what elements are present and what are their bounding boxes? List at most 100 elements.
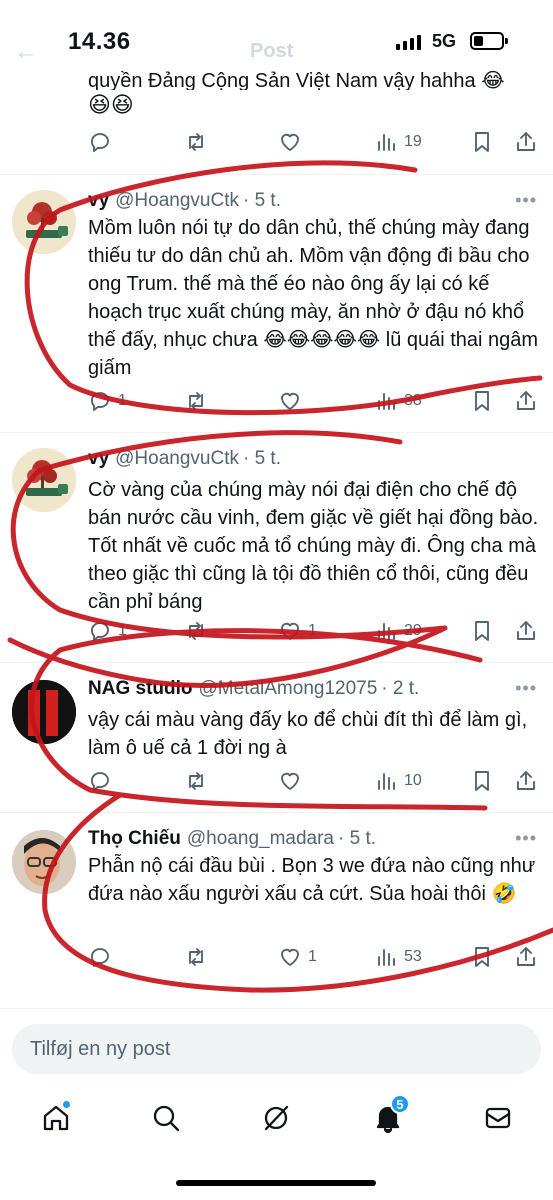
views-icon bbox=[378, 623, 395, 640]
bonsai-tree-avatar[interactable] bbox=[12, 190, 76, 254]
compose-bar[interactable] bbox=[12, 1024, 541, 1074]
handle[interactable]: @hoang_madara bbox=[187, 828, 334, 849]
like-button[interactable] bbox=[278, 127, 302, 157]
reply-button[interactable] bbox=[88, 766, 112, 796]
bookmark-button[interactable] bbox=[470, 616, 494, 646]
person-photo-avatar[interactable] bbox=[12, 830, 76, 894]
timestamp: · 5 t. bbox=[242, 448, 281, 469]
views-count: 38 bbox=[404, 392, 422, 409]
tweet-text: Phẫn nộ cái đầu bùi . Bọn 3 we đứa nào c… bbox=[88, 855, 536, 905]
repost-icon bbox=[189, 133, 203, 151]
more-options-icon[interactable]: ••• bbox=[515, 190, 537, 211]
share-button[interactable] bbox=[514, 127, 538, 157]
divider bbox=[0, 812, 553, 813]
views-button[interactable]: 38 bbox=[374, 386, 422, 416]
share-button[interactable] bbox=[514, 942, 538, 972]
tweet-text: Mồm luôn nói tự do dân chủ, thế chúng mà… bbox=[88, 217, 539, 379]
heart-icon bbox=[281, 133, 299, 151]
tweet-actions: 1 38 bbox=[88, 386, 538, 416]
bonsai-tree-avatar[interactable] bbox=[12, 448, 76, 512]
bookmark-icon bbox=[475, 391, 489, 411]
repost-button[interactable] bbox=[184, 942, 208, 972]
nav-messages[interactable] bbox=[478, 1098, 518, 1138]
tweet-header: vy @HoangvuCtk · 5 t. bbox=[88, 190, 281, 212]
share-button[interactable] bbox=[514, 766, 538, 796]
nav-search[interactable] bbox=[146, 1098, 186, 1138]
divider bbox=[0, 432, 553, 433]
tweet-text: Cờ vàng của chúng mày nói đại điện cho c… bbox=[88, 479, 539, 613]
views-count: 53 bbox=[404, 948, 422, 965]
divider bbox=[0, 662, 553, 663]
handle[interactable]: @MetalAmong12075 bbox=[199, 678, 378, 699]
like-button[interactable] bbox=[278, 766, 302, 796]
display-name[interactable]: vy bbox=[88, 190, 109, 211]
divider bbox=[0, 1008, 553, 1009]
new-content-dot bbox=[62, 1100, 71, 1109]
bookmark-button[interactable] bbox=[470, 127, 494, 157]
reply-icon bbox=[91, 948, 109, 967]
heart-icon bbox=[281, 948, 299, 966]
share-button[interactable] bbox=[514, 616, 538, 646]
reply-icon bbox=[91, 392, 109, 411]
tweet-header: Thọ Chiếu @hoang_madara · 5 t. bbox=[88, 828, 376, 850]
timestamp: · 2 t. bbox=[381, 678, 420, 699]
views-button[interactable]: 10 bbox=[374, 766, 422, 796]
repost-icon bbox=[189, 622, 203, 640]
views-icon bbox=[378, 949, 395, 966]
more-options-icon[interactable]: ••• bbox=[515, 678, 537, 699]
views-count: 29 bbox=[404, 622, 422, 639]
reply-count: 1 bbox=[118, 392, 127, 409]
like-button[interactable] bbox=[278, 386, 302, 416]
repost-button[interactable] bbox=[184, 766, 208, 796]
display-name[interactable]: NAG studio bbox=[88, 678, 193, 699]
nav-home[interactable] bbox=[36, 1098, 76, 1138]
page-title: Post bbox=[250, 40, 294, 62]
bookmark-icon bbox=[475, 947, 489, 967]
bookmark-button[interactable] bbox=[470, 766, 494, 796]
faded-header: ← Post bbox=[0, 38, 553, 68]
tweet-header: vy @HoangvuCtk · 5 t. bbox=[88, 448, 281, 470]
back-arrow-icon[interactable]: ← bbox=[14, 38, 38, 66]
bookmark-button[interactable] bbox=[470, 386, 494, 416]
red-bars-avatar[interactable] bbox=[12, 680, 76, 744]
tweet-actions: 1 53 bbox=[88, 942, 538, 972]
reply-button[interactable]: 1 bbox=[88, 616, 127, 646]
bookmark-icon bbox=[475, 771, 489, 791]
repost-button[interactable] bbox=[184, 616, 208, 646]
reply-button[interactable]: 1 bbox=[88, 386, 127, 416]
handle[interactable]: @HoangvuCtk bbox=[115, 190, 239, 211]
like-count: 1 bbox=[308, 622, 317, 639]
grok-icon bbox=[264, 1105, 289, 1131]
views-button[interactable]: 53 bbox=[374, 942, 422, 972]
reply-button[interactable] bbox=[88, 942, 112, 972]
views-button[interactable]: 29 bbox=[374, 616, 422, 646]
views-icon bbox=[378, 773, 395, 790]
bookmark-icon bbox=[475, 132, 489, 152]
bookmark-button[interactable] bbox=[470, 942, 494, 972]
display-name[interactable]: Thọ Chiếu bbox=[88, 828, 181, 849]
views-count: 19 bbox=[404, 133, 422, 150]
repost-button[interactable] bbox=[184, 386, 208, 416]
reply-icon bbox=[91, 622, 109, 641]
like-button[interactable]: 1 bbox=[278, 616, 317, 646]
share-button[interactable] bbox=[514, 386, 538, 416]
messages-icon bbox=[485, 1107, 511, 1129]
views-icon bbox=[378, 134, 395, 151]
divider bbox=[0, 174, 553, 175]
compose-input[interactable] bbox=[12, 1024, 541, 1074]
repost-button[interactable] bbox=[184, 127, 208, 157]
bottom-nav: 5 bbox=[0, 1090, 553, 1150]
more-options-icon[interactable]: ••• bbox=[515, 828, 537, 849]
views-button[interactable]: 19 bbox=[374, 127, 422, 157]
display-name[interactable]: vy bbox=[88, 448, 109, 469]
timestamp: · 5 t. bbox=[242, 190, 281, 211]
tweet-header: NAG studio @MetalAmong12075 · 2 t. bbox=[88, 678, 419, 700]
reply-button[interactable] bbox=[88, 127, 112, 157]
like-button[interactable]: 1 bbox=[278, 942, 317, 972]
nav-grok[interactable] bbox=[256, 1098, 296, 1138]
heart-icon bbox=[281, 622, 299, 640]
handle[interactable]: @HoangvuCtk bbox=[115, 448, 239, 469]
share-icon bbox=[517, 621, 535, 640]
nav-notifications[interactable]: 5 bbox=[368, 1094, 410, 1138]
like-count: 1 bbox=[308, 948, 317, 965]
